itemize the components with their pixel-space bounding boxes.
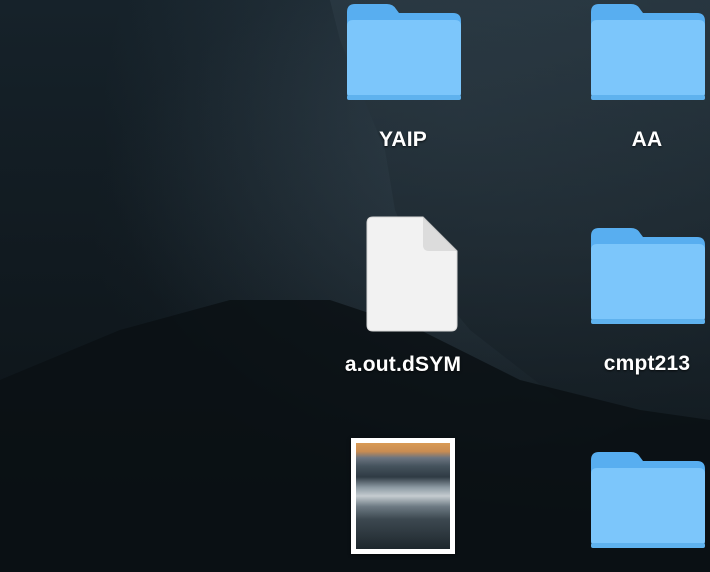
desktop-folder-cmpt213[interactable]: cmpt213 [577,224,710,376]
desktop-file-a-out-dsym[interactable]: a.out.dSYM [333,215,473,377]
folder-label: AA [631,128,663,151]
desktop-background: YAIP AA a.out.dSYM cmpt213 [0,0,710,572]
folder-icon [591,228,705,324]
folder-icon [591,452,705,548]
desktop-folder-aa[interactable]: AA [577,0,710,152]
desktop-image-file[interactable] [333,438,473,554]
file-label: a.out.dSYM [344,353,462,376]
document-icon [366,216,458,332]
desktop-folder-bottom[interactable] [577,448,710,552]
desktop-folder-yaip[interactable]: YAIP [333,0,473,152]
image-thumbnail [351,438,455,554]
folder-icon [347,4,461,100]
folder-label: YAIP [379,128,427,151]
photo-preview [356,443,450,549]
folder-icon [591,4,705,100]
folder-label: cmpt213 [603,352,691,375]
